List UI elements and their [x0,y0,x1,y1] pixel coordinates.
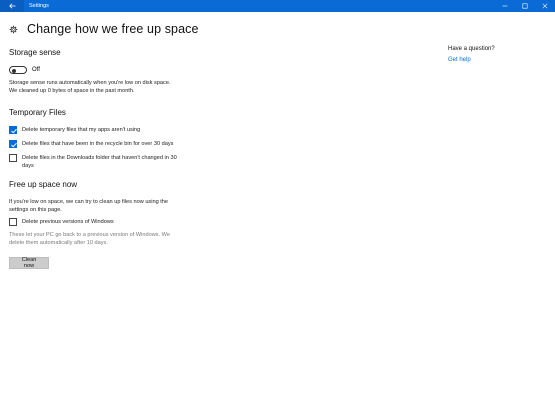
checkbox-label: Delete files that have been in the recyc… [22,141,174,147]
back-button[interactable] [0,0,24,12]
arrow-left-icon [8,3,15,9]
previous-versions-note-line-1: These let your PC go back to a previous … [9,232,170,238]
maximize-button[interactable] [515,0,535,12]
help-heading: Have a question? [448,46,495,52]
get-help-link[interactable]: Get help [448,57,471,63]
close-icon [542,3,548,9]
close-button[interactable] [535,0,555,12]
window-controls [495,0,555,12]
checkbox-delete-previous-windows[interactable] [9,218,17,226]
option-delete-downloads[interactable]: Delete files in the Downloads folder tha… [9,154,177,170]
option-delete-previous-windows[interactable]: Delete previous versions of Windows [9,218,114,226]
option-delete-temp-files[interactable]: Delete temporary files that my apps aren… [9,126,140,134]
checkmark-icon [11,128,17,134]
checkmark-icon [11,142,17,148]
checkbox-label: Delete previous versions of Windows [22,219,114,225]
checkbox-delete-recycle-bin[interactable] [9,140,17,148]
temporary-files-heading: Temporary Files [9,108,66,117]
minimize-icon [502,5,508,7]
toggle-state-label: Off [32,67,40,73]
page-title: Change how we free up space [27,22,199,36]
minimize-button[interactable] [495,0,515,12]
storage-sense-heading: Storage sense [9,48,61,57]
checkbox-delete-downloads[interactable] [9,154,17,162]
gear-icon [9,25,18,33]
page-header: Change how we free up space [9,21,199,37]
checkbox-label: Delete temporary files that my apps aren… [22,127,141,133]
clean-now-button[interactable]: Clean now [9,257,49,269]
option-delete-recycle-bin[interactable]: Delete files that have been in the recyc… [9,140,173,148]
storage-sense-description-line-1: Storage sense runs automatically when yo… [9,80,171,86]
storage-sense-toggle[interactable] [9,66,27,74]
app-title: Settings [29,3,49,9]
free-up-space-description-line-2: settings on this page. [9,207,62,213]
toggle-knob [12,68,16,73]
maximize-icon [522,3,528,9]
previous-versions-note-line-2: delete them automatically after 10 days. [9,240,108,246]
title-bar: Settings [0,0,555,12]
free-up-space-heading: Free up space now [9,180,78,189]
checkbox-label: Delete files in the Downloads folder tha… [22,155,177,169]
checkbox-delete-temp-files[interactable] [9,126,17,134]
storage-sense-description-line-2: We cleaned up 0 bytes of space in the pa… [9,88,135,94]
free-up-space-description-line-1: If you're low on space, we can try to cl… [9,199,169,205]
